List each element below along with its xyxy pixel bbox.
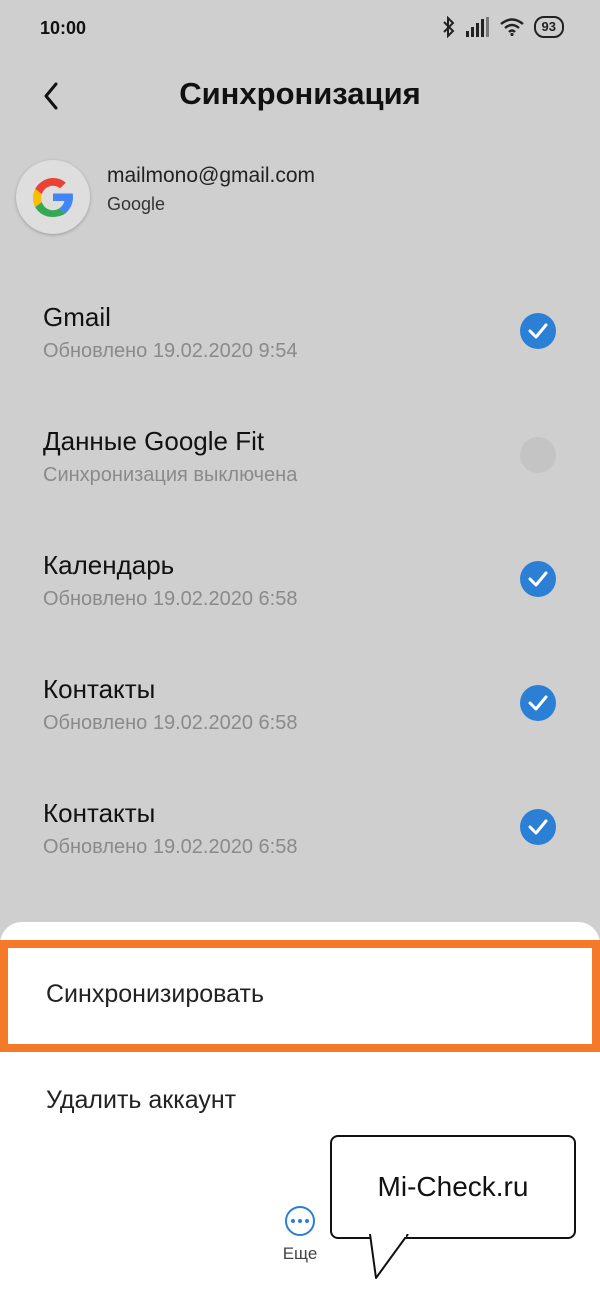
checkmark-icon	[528, 819, 548, 835]
sync-item-title: Данные Google Fit	[43, 426, 265, 456]
status-icons: 93	[442, 16, 564, 38]
sync-item-title: Контакты	[43, 674, 156, 704]
sync-item-title: Календарь	[43, 550, 175, 580]
sync-item-contacts[interactable]: Контакты Обновлено 19.02.2020 6:58	[0, 772, 600, 896]
checkmark-icon	[528, 323, 548, 339]
more-label: Еще	[282, 1244, 318, 1263]
bottom-sheet: Синхронизировать Удалить аккаунт Еще	[0, 922, 600, 1300]
ellipsis-circle-icon	[285, 1206, 315, 1236]
wifi-icon	[499, 18, 524, 36]
sync-checkbox[interactable]	[520, 313, 556, 349]
signal-icon	[465, 17, 489, 37]
sync-screen: 10:00 93 Синхронизация mailmono@gmail.co…	[0, 0, 600, 1300]
sync-item-gmail[interactable]: Gmail Обновлено 19.02.2020 9:54	[0, 276, 600, 400]
header: Синхронизация	[0, 60, 600, 132]
google-logo-icon	[33, 178, 73, 217]
sync-item-title: Контакты	[43, 798, 156, 828]
sync-checkbox[interactable]	[520, 437, 556, 473]
watermark-callout: Mi-Check.ru	[330, 1135, 576, 1239]
sync-item-title: Gmail	[43, 302, 111, 332]
more-button[interactable]: Еще	[276, 1206, 324, 1276]
sync-list: Gmail Обновлено 19.02.2020 9:54 Данные G…	[0, 276, 600, 896]
status-time: 10:00	[40, 18, 87, 38]
sync-item-subtitle: Обновлено 19.02.2020 6:58	[43, 588, 298, 610]
page-title: Синхронизация	[179, 76, 421, 111]
status-bar: 10:00 93	[0, 0, 600, 56]
checkmark-icon	[528, 571, 548, 587]
sync-checkbox[interactable]	[520, 561, 556, 597]
bluetooth-icon	[442, 16, 454, 38]
sync-item-contacts[interactable]: Контакты Обновлено 19.02.2020 6:58	[0, 648, 600, 772]
avatar	[16, 160, 90, 234]
sync-item-subtitle: Синхронизация выключена	[43, 464, 298, 486]
sync-checkbox[interactable]	[520, 685, 556, 721]
account-row: mailmono@gmail.com Google	[16, 158, 576, 238]
sync-now-label: Синхронизировать	[46, 980, 264, 1008]
checkmark-icon	[528, 695, 548, 711]
sync-now-button[interactable]: Синхронизировать	[0, 940, 600, 1052]
callout-tail	[369, 1234, 409, 1279]
sync-item-subtitle: Обновлено 19.02.2020 6:58	[43, 836, 298, 858]
sync-item-google-fit[interactable]: Данные Google Fit Синхронизация выключен…	[0, 400, 600, 524]
sync-item-calendar[interactable]: Календарь Обновлено 19.02.2020 6:58	[0, 524, 600, 648]
remove-account-button[interactable]: Удалить аккаунт	[46, 1086, 236, 1115]
battery-icon: 93	[533, 16, 564, 38]
sync-item-subtitle: Обновлено 19.02.2020 6:58	[43, 712, 298, 734]
account-provider: Google	[107, 194, 166, 214]
sync-checkbox[interactable]	[520, 809, 556, 845]
watermark-text: Mi-Check.ru	[377, 1171, 529, 1202]
account-email: mailmono@gmail.com	[107, 164, 316, 187]
sync-item-subtitle: Обновлено 19.02.2020 9:54	[43, 340, 298, 362]
